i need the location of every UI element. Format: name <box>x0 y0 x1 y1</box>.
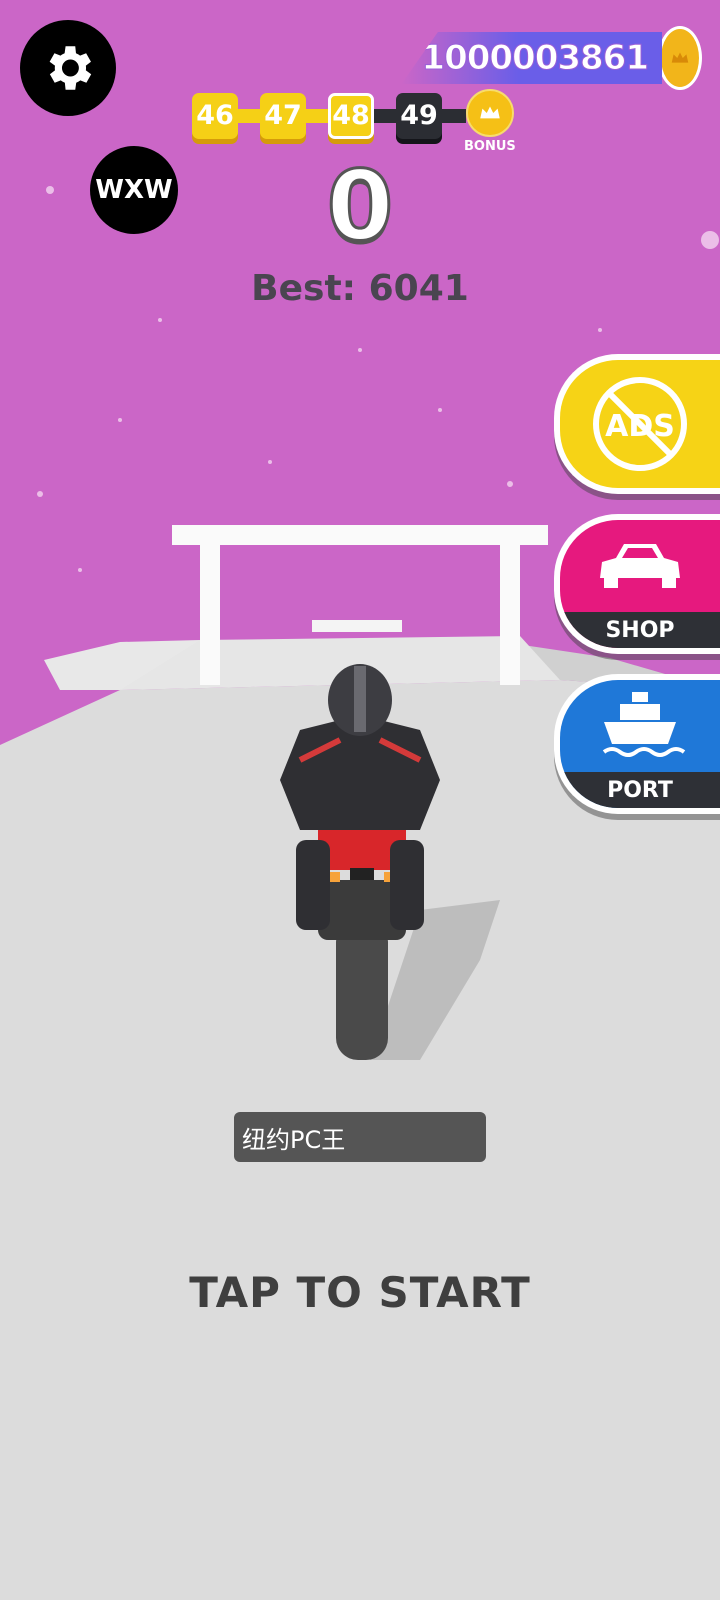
level-46: 46 <box>192 92 238 139</box>
shop-label: SHOP <box>560 612 720 648</box>
tap-to-start[interactable]: TAP TO START <box>0 1268 720 1317</box>
crown-icon <box>671 52 689 63</box>
port-button[interactable]: PORT <box>554 674 720 814</box>
best-label: Best: <box>251 268 357 309</box>
car-icon <box>600 544 680 588</box>
ads-label: ADS <box>605 409 675 444</box>
coin-balance: 1000003861 <box>401 26 702 90</box>
best-score: Best: 6041 <box>0 268 720 309</box>
current-score: 0 <box>325 149 395 264</box>
level-48-current: 48 <box>328 92 374 139</box>
level-49: 49 <box>396 92 442 139</box>
rider-name-tag: 纽约PC王 <box>234 1112 486 1162</box>
best-value: 6041 <box>368 268 469 309</box>
settings-button[interactable] <box>20 20 116 116</box>
level-connector <box>372 108 398 123</box>
level-connector <box>440 108 466 123</box>
ship-icon <box>602 692 686 757</box>
crown-icon <box>465 89 514 137</box>
level-47: 47 <box>260 92 306 139</box>
no-ads-button[interactable]: ADS <box>554 354 720 494</box>
level-connector <box>304 108 330 123</box>
gear-icon <box>49 46 92 90</box>
no-ads-icon: ADS <box>593 377 687 471</box>
level-progress: 46 47 48 49 BONUS <box>192 83 516 154</box>
coin-count: 1000003861 <box>401 32 662 84</box>
bonus-level: BONUS <box>464 89 516 154</box>
coin-icon <box>658 26 702 90</box>
port-label: PORT <box>560 772 720 808</box>
level-connector <box>236 108 262 123</box>
shop-button[interactable]: SHOP <box>554 514 720 654</box>
